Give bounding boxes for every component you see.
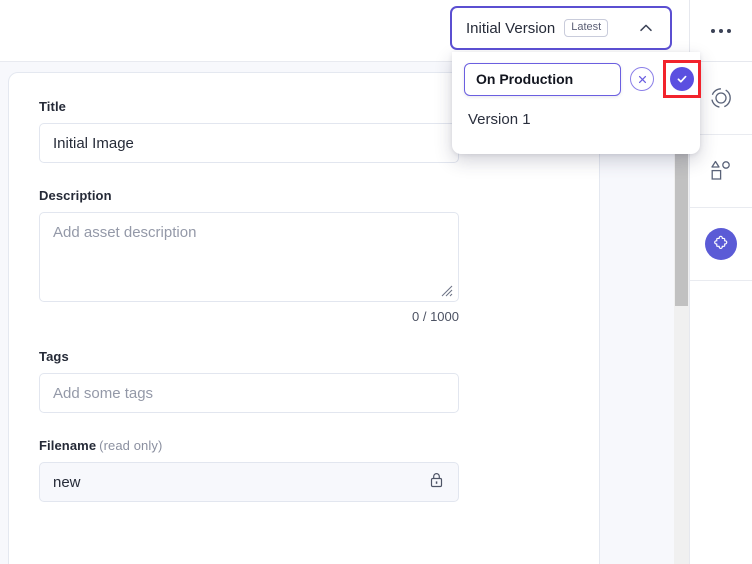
filename-label: Filename (read only) — [39, 438, 569, 453]
filename-input: new — [39, 462, 459, 502]
confirm-button-highlight — [663, 60, 701, 98]
version-selector-label: Initial Version — [466, 19, 556, 37]
tags-input[interactable]: Add some tags — [39, 373, 459, 413]
version-selector-trigger[interactable]: Initial Version Latest — [450, 6, 672, 50]
version-rename-row: On Production — [464, 60, 701, 98]
asset-details-screen: Title Initial Image Description Add asse… — [0, 0, 752, 564]
field-filename: Filename (read only) new — [39, 438, 569, 502]
title-input[interactable]: Initial Image — [39, 123, 459, 163]
latest-badge: Latest — [564, 19, 609, 37]
version-dropdown-panel: On Production Version 1 — [452, 52, 701, 154]
filename-label-text: Filename — [39, 438, 97, 453]
kebab-dot — [711, 28, 715, 33]
kebab-dot — [719, 28, 723, 33]
field-description: Description Add asset description 0 / 10… — [39, 188, 569, 324]
rail-item-plugins[interactable] — [690, 208, 752, 281]
target-rings-icon — [705, 82, 737, 114]
filename-readonly-note: (read only) — [99, 438, 163, 453]
description-placeholder: Add asset description — [53, 224, 197, 241]
tags-label: Tags — [39, 349, 69, 364]
puzzle-piece-icon — [705, 228, 737, 260]
version-name-input[interactable]: On Production — [464, 62, 621, 96]
filename-value: new — [53, 473, 81, 491]
chevron-up-icon[interactable] — [636, 18, 656, 38]
kebab-dot — [727, 28, 731, 33]
field-tags: Tags Add some tags — [39, 349, 569, 413]
resize-handle-icon[interactable] — [440, 284, 454, 298]
version-list-item[interactable]: Version 1 — [464, 100, 688, 138]
description-textarea[interactable]: Add asset description — [39, 212, 459, 302]
description-label: Description — [39, 188, 112, 203]
lock-icon — [428, 471, 445, 493]
kebab-menu-icon[interactable] — [703, 21, 739, 41]
circle-check-icon[interactable] — [670, 67, 694, 91]
description-char-counter: 0 / 1000 — [412, 309, 459, 324]
circle-x-icon[interactable] — [630, 67, 654, 91]
shapes-icon — [705, 155, 737, 187]
